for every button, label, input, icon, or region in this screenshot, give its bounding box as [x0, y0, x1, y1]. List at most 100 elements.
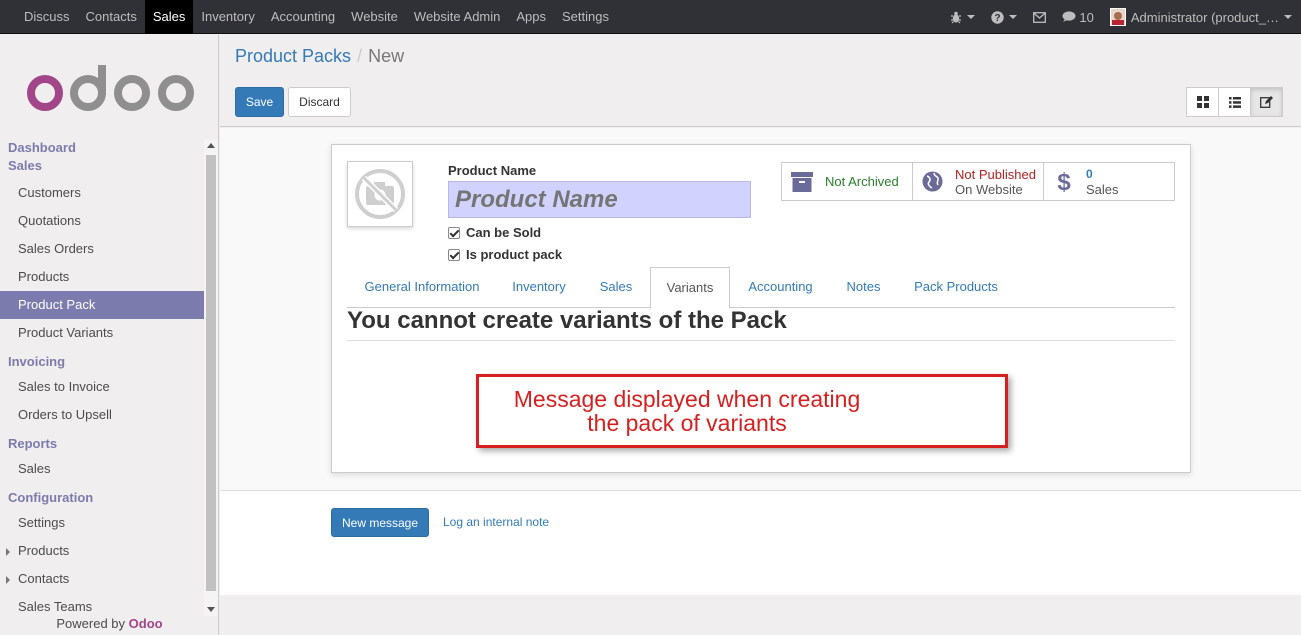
top-navbar: Discuss Contacts Sales Inventory Account… — [0, 0, 1301, 34]
caret-right-icon — [6, 575, 10, 584]
form-content: Product Name Can be Sold Is product pack… — [220, 128, 1301, 635]
grid-icon — [1196, 96, 1209, 108]
kanban-view-button[interactable] — [1186, 87, 1219, 117]
no-camera-icon — [355, 169, 405, 219]
sidebar-item-customers[interactable]: Customers — [0, 179, 204, 207]
control-panel: Product Packs / New Save Discard — [220, 35, 1301, 127]
product-name-input[interactable] — [448, 181, 751, 218]
divider — [347, 340, 1175, 341]
user-menu[interactable]: Administrator (product_… — [1102, 0, 1301, 34]
sidebar-item-reports-sales[interactable]: Sales — [0, 455, 204, 483]
discard-button[interactable]: Discard — [288, 87, 351, 117]
menu-discuss[interactable]: Discuss — [16, 0, 78, 34]
breadcrumb-parent[interactable]: Product Packs — [235, 46, 351, 66]
debug-menu[interactable] — [942, 0, 983, 34]
chevron-down-icon — [1009, 15, 1018, 19]
tab-notes[interactable]: Notes — [830, 267, 897, 308]
can-be-sold-checkbox[interactable]: Can be Sold — [448, 225, 541, 240]
archive-icon — [791, 171, 813, 192]
checkbox-checked-icon[interactable] — [448, 248, 460, 261]
user-name: Administrator (product_… — [1130, 9, 1279, 25]
is-product-pack-label: Is product pack — [466, 247, 563, 262]
sidebar-item-orders-to-upsell[interactable]: Orders to Upsell — [0, 401, 204, 429]
sidebar-item-product-variants[interactable]: Product Variants — [0, 319, 204, 347]
menu-inventory[interactable]: Inventory — [193, 0, 262, 34]
messaging-menu[interactable]: 10 — [1054, 0, 1101, 34]
list-view-button[interactable] — [1218, 87, 1251, 117]
sales-stat-button[interactable]: $ 0 Sales — [1043, 162, 1175, 201]
tab-general-information[interactable]: General Information — [347, 267, 497, 308]
website-stat-button[interactable]: Not Published On Website — [912, 162, 1044, 201]
sidebar-menu: Dashboard Sales Customers Quotations Sal… — [0, 139, 204, 621]
annotation-callout: Message displayed when creating the pack… — [476, 374, 1008, 448]
edit-icon — [1260, 96, 1273, 108]
sidebar-item-product-pack[interactable]: Product Pack — [0, 291, 204, 319]
menu-contacts[interactable]: Contacts — [78, 0, 145, 34]
published-status-sub: On Website — [955, 181, 1023, 197]
product-image[interactable] — [347, 161, 413, 227]
powered-by-text: Powered by — [56, 616, 126, 631]
avatar — [1109, 8, 1126, 26]
sidebar-item-products[interactable]: Products — [0, 263, 204, 291]
sidebar-item-label: Products — [18, 543, 70, 558]
sales-stat: 0 Sales — [1086, 167, 1119, 197]
messages-count: 10 — [1079, 9, 1094, 25]
scrollbar-thumb[interactable] — [206, 155, 216, 591]
annotation-line-1: Message displayed when creating — [513, 386, 861, 412]
scroll-down-icon[interactable] — [207, 607, 215, 612]
sidebar-item-sales-to-invoice[interactable]: Sales to Invoice — [0, 373, 204, 401]
menu-apps[interactable]: Apps — [508, 0, 554, 34]
tab-accounting[interactable]: Accounting — [731, 267, 830, 308]
sidebar-item-quotations[interactable]: Quotations — [0, 207, 204, 235]
sidebar-item-config-contacts[interactable]: Contacts — [0, 565, 204, 593]
variants-warning-heading: You cannot create variants of the Pack — [347, 307, 787, 334]
product-name-label: Product Name — [448, 163, 537, 178]
list-icon — [1228, 96, 1241, 108]
annotation-line-2: the pack of variants — [587, 410, 787, 436]
powered-by-brand[interactable]: Odoo — [129, 616, 163, 631]
menu-accounting[interactable]: Accounting — [263, 0, 343, 34]
published-status: Not Published — [955, 166, 1036, 182]
log-internal-note-link[interactable]: Log an internal note — [443, 515, 549, 529]
sidebar-section-configuration[interactable]: Configuration — [0, 487, 204, 509]
archived-status: Not Archived — [825, 174, 899, 189]
view-switcher — [1186, 87, 1283, 117]
scroll-up-icon[interactable] — [207, 143, 215, 148]
is-product-pack-checkbox[interactable]: Is product pack — [448, 247, 562, 262]
sidebar-section-invoicing[interactable]: Invoicing — [0, 351, 204, 373]
sidebar-section-sales[interactable]: Sales — [0, 157, 204, 179]
sidebar-item-settings[interactable]: Settings — [0, 509, 204, 537]
app-menu: Discuss Contacts Sales Inventory Account… — [0, 0, 617, 34]
sales-stat-label: Sales — [1086, 181, 1119, 197]
help-icon: ? — [991, 10, 1005, 24]
mail-menu[interactable] — [1025, 0, 1054, 34]
tab-sales[interactable]: Sales — [581, 267, 651, 308]
checkbox-checked-icon[interactable] — [448, 226, 460, 239]
tab-pack-products[interactable]: Pack Products — [897, 267, 1015, 308]
sidebar-scrollbar[interactable] — [204, 139, 218, 627]
menu-website[interactable]: Website — [343, 0, 406, 34]
sidebar-section-reports[interactable]: Reports — [0, 433, 204, 455]
envelope-icon — [1033, 11, 1047, 23]
new-message-button[interactable]: New message — [331, 508, 429, 537]
breadcrumb: Product Packs / New — [235, 46, 404, 67]
menu-settings[interactable]: Settings — [554, 0, 617, 34]
sidebar-item-config-products[interactable]: Products — [0, 537, 204, 565]
menu-sales[interactable]: Sales — [144, 0, 194, 34]
menu-website-admin[interactable]: Website Admin — [406, 0, 508, 34]
sidebar-section-dashboard[interactable]: Dashboard — [0, 139, 204, 157]
archive-stat-button[interactable]: Not Archived — [781, 162, 913, 201]
svg-text:$: $ — [1057, 170, 1071, 194]
form-view-button[interactable] — [1250, 87, 1283, 117]
sidebar-item-sales-orders[interactable]: Sales Orders — [0, 235, 204, 263]
powered-by: Powered by Odoo — [0, 616, 218, 635]
svg-text:?: ? — [995, 13, 1001, 24]
can-be-sold-label: Can be Sold — [466, 225, 542, 240]
tab-variants[interactable]: Variants — [650, 267, 730, 309]
content-footer — [220, 595, 1301, 635]
help-menu[interactable]: ? — [983, 0, 1025, 34]
save-button[interactable]: Save — [235, 87, 284, 117]
notebook-tabs: General Information Inventory Sales Vari… — [347, 267, 1175, 309]
tab-inventory[interactable]: Inventory — [497, 267, 581, 308]
form-sheet: Product Name Can be Sold Is product pack… — [331, 144, 1191, 473]
